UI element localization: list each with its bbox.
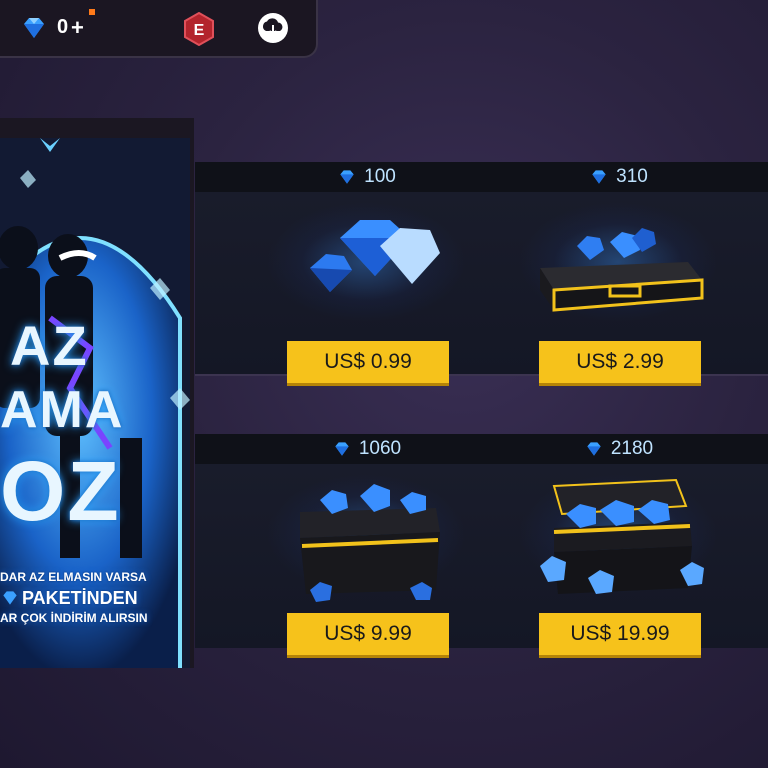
pack-amount-value: 2180 bbox=[610, 438, 654, 459]
diamond-icon bbox=[24, 18, 44, 38]
buy-button[interactable]: US$ 0.99 bbox=[287, 341, 449, 386]
diamond-icon bbox=[335, 442, 349, 456]
promo-line-3: AR ÇOK İNDİRİM ALIRSIN bbox=[0, 611, 148, 625]
diamond-icon bbox=[3, 591, 17, 605]
promo-banner[interactable]: AZ AMA OZ DAR AZ ELMASIN VARSA PAKETİNDE… bbox=[0, 118, 194, 668]
pack-amount: 310 bbox=[492, 162, 744, 192]
pack-amount-value: 100 bbox=[364, 166, 396, 187]
diamond-icon bbox=[340, 170, 354, 184]
diamond-pack-1060[interactable]: 1060 US$ 9.99 bbox=[240, 434, 492, 658]
diamond-icon bbox=[592, 170, 606, 184]
promo-line-1: DAR AZ ELMASIN VARSA bbox=[0, 570, 147, 584]
buy-button[interactable]: US$ 2.99 bbox=[539, 341, 701, 386]
add-diamonds-button[interactable]: + bbox=[71, 15, 84, 41]
open-chest-icon bbox=[540, 478, 704, 594]
promo-headline-2: AMA bbox=[0, 381, 125, 439]
diamond-pack-100[interactable]: 100 US$ 0.99 bbox=[240, 162, 492, 386]
pack-amount-value: 310 bbox=[616, 166, 648, 187]
notification-dot bbox=[89, 9, 95, 15]
diamond-pack-2180[interactable]: 2180 US$ 19.99 bbox=[492, 434, 744, 658]
pack-amount: 1060 bbox=[240, 434, 492, 464]
pack-amount-value: 1060 bbox=[358, 438, 402, 459]
elite-badge-icon[interactable]: E bbox=[183, 12, 215, 46]
cloud-download-icon[interactable] bbox=[257, 12, 289, 44]
elite-badge-letter: E bbox=[194, 22, 205, 39]
promo-headline-1: AZ bbox=[10, 314, 89, 377]
top-currency-bar: 0 + E bbox=[0, 0, 318, 58]
diamond-icon bbox=[587, 442, 601, 456]
promo-headline-3: OZ bbox=[0, 444, 121, 538]
promo-line-2: PAKETİNDEN bbox=[22, 588, 138, 608]
pack-amount: 100 bbox=[240, 162, 492, 192]
buy-button[interactable]: US$ 9.99 bbox=[287, 613, 449, 658]
briefcase-icon bbox=[540, 228, 704, 312]
black-box-icon bbox=[300, 484, 440, 602]
buy-button[interactable]: US$ 19.99 bbox=[539, 613, 701, 658]
diamond-pack-310[interactable]: 310 US$ 2.99 bbox=[492, 162, 744, 386]
pack-amount: 2180 bbox=[492, 434, 744, 464]
diamond-pile-icon bbox=[310, 220, 440, 292]
diamond-balance: 0 bbox=[57, 16, 69, 38]
